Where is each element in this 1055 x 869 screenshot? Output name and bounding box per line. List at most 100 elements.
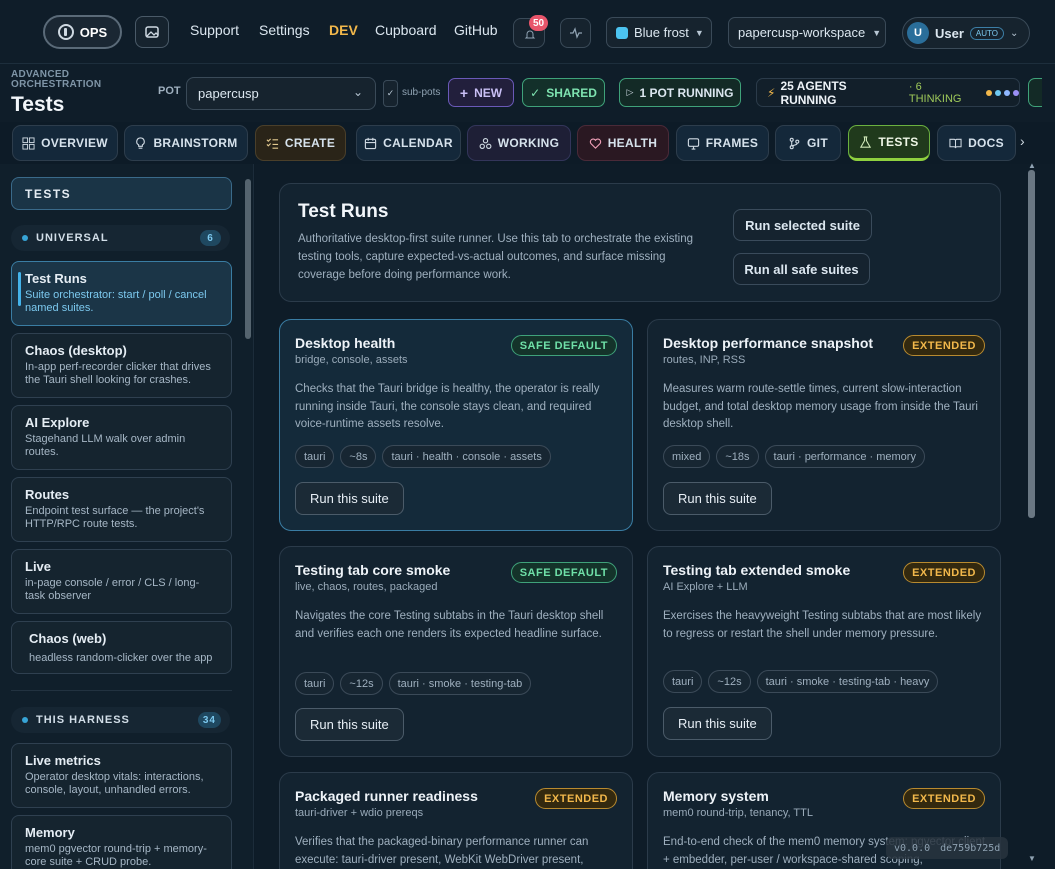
chip: ~12s bbox=[340, 672, 383, 695]
sidebar-item-chaos-desktop[interactable]: Chaos (desktop) In-app perf-recorder cli… bbox=[11, 333, 232, 398]
sidebar-item-routes[interactable]: Routes Endpoint test surface — the proje… bbox=[11, 477, 232, 542]
tab-create[interactable]: CREATE bbox=[255, 125, 346, 161]
shared-button[interactable]: ✓ SHARED bbox=[522, 78, 605, 107]
nav-support[interactable]: Support bbox=[190, 22, 239, 38]
workspace-select[interactable]: papercusp-workspace ▼ bbox=[728, 17, 886, 48]
section-label: UNIVERSAL bbox=[36, 232, 109, 244]
status-badge: EXTENDED bbox=[535, 788, 617, 809]
nav-settings[interactable]: Settings bbox=[259, 22, 310, 38]
pot-value: papercusp bbox=[198, 86, 259, 101]
tab-label: FRAMES bbox=[705, 136, 759, 150]
subpots-checkbox[interactable]: ✓ bbox=[383, 80, 398, 107]
tab-label: CREATE bbox=[284, 136, 336, 150]
notifications-button[interactable]: 50 bbox=[513, 15, 549, 48]
plus-icon: + bbox=[459, 84, 469, 101]
activity-button[interactable] bbox=[560, 18, 591, 48]
sidebar-title: TESTS bbox=[11, 177, 232, 210]
version-badge: v0.0.0 de759b725d bbox=[886, 837, 1009, 859]
play-icon: ▷ bbox=[626, 87, 634, 97]
run-suite-button[interactable]: Run this suite bbox=[295, 708, 404, 741]
chip: mixed bbox=[663, 445, 711, 468]
sidebar-item-live-metrics[interactable]: Live metrics Operator desktop vitals: in… bbox=[11, 743, 232, 808]
page-header: ADVANCED ORCHESTRATION Tests POT papercu… bbox=[0, 64, 1055, 122]
checklist-icon bbox=[266, 137, 278, 149]
tab-working[interactable]: WORKING bbox=[467, 125, 571, 161]
nav-github[interactable]: GitHub bbox=[454, 22, 498, 38]
tab-label: TESTS bbox=[878, 135, 919, 149]
agents-icon bbox=[479, 137, 492, 149]
suite-chips: tauri ~12s tauri · smoke · testing-tab ·… bbox=[663, 670, 939, 693]
chevron-down-icon: ▼ bbox=[872, 27, 882, 38]
section-dot bbox=[22, 235, 28, 241]
tab-overview[interactable]: OVERVIEW bbox=[12, 125, 118, 161]
section-universal[interactable]: UNIVERSAL 6 bbox=[11, 225, 230, 251]
suite-sub: AI Explore + LLM bbox=[663, 581, 748, 593]
scroll-up-icon[interactable]: ▲ bbox=[1028, 161, 1036, 170]
theme-select[interactable]: Blue frost ▼ bbox=[606, 17, 712, 48]
bell-icon bbox=[524, 30, 536, 39]
run-suite-button[interactable]: Run this suite bbox=[663, 482, 772, 515]
agents-status[interactable]: ⚡ 25 AGENTS RUNNING · 6 THINKING bbox=[756, 78, 1020, 107]
suite-card-desktop-performance[interactable]: Desktop performance snapshot routes, INP… bbox=[647, 319, 1001, 531]
suite-chips: tauri ~8s tauri · health · console · ass… bbox=[295, 445, 551, 468]
avatar: U bbox=[907, 22, 929, 44]
main-scrollbar[interactable] bbox=[1028, 170, 1035, 518]
section-this-harness[interactable]: THIS HARNESS 34 bbox=[11, 707, 230, 733]
suite-card-testing-extended-smoke[interactable]: Testing tab extended smoke AI Explore + … bbox=[647, 546, 1001, 757]
nav-cupboard[interactable]: Cupboard bbox=[375, 22, 437, 38]
agents-label: 25 AGENTS RUNNING bbox=[780, 78, 847, 107]
theme-swatch bbox=[616, 26, 628, 39]
tab-docs[interactable]: DOCS bbox=[937, 125, 1016, 161]
overflow-indicator bbox=[1028, 78, 1042, 107]
status-badge: SAFE DEFAULT bbox=[510, 335, 617, 356]
new-button[interactable]: + NEW bbox=[448, 78, 514, 107]
suite-card-desktop-health[interactable]: Desktop health bridge, console, assets S… bbox=[279, 319, 633, 531]
check-icon: ✓ bbox=[530, 85, 541, 100]
suite-card-testing-core-smoke[interactable]: Testing tab core smoke live, chaos, rout… bbox=[279, 546, 633, 757]
section-dot bbox=[22, 717, 28, 723]
sidebar-item-chaos-web[interactable]: Chaos (web) headless random-clicker over… bbox=[11, 621, 232, 674]
frames-icon bbox=[687, 137, 699, 150]
user-menu[interactable]: U User AUTO ⌄ bbox=[902, 17, 1030, 49]
main-content: Test Runs Authoritative desktop-first su… bbox=[255, 161, 1055, 869]
shared-label: SHARED bbox=[546, 85, 597, 100]
nav-dev[interactable]: DEV bbox=[329, 22, 358, 38]
scroll-down-icon[interactable]: ▼ bbox=[1028, 854, 1036, 863]
pot-running-button[interactable]: ▷ 1 POT RUNNING bbox=[619, 78, 741, 107]
active-indicator bbox=[18, 272, 21, 306]
pot-select[interactable]: papercusp ⌄ bbox=[186, 77, 376, 110]
tab-brainstorm[interactable]: BRAINSTORM bbox=[124, 125, 248, 161]
run-suite-button[interactable]: Run this suite bbox=[295, 482, 404, 515]
tab-tests[interactable]: TESTS bbox=[848, 125, 930, 161]
sidebar: TESTS UNIVERSAL 6 Test Runs Suite orches… bbox=[0, 164, 254, 869]
tab-calendar[interactable]: CALENDAR bbox=[356, 125, 461, 161]
lightbulb-icon bbox=[136, 136, 146, 149]
tab-git[interactable]: GIT bbox=[775, 125, 841, 161]
sidebar-scrollbar[interactable] bbox=[245, 179, 251, 339]
sidebar-item-sub: Endpoint test surface — the project's HT… bbox=[25, 505, 205, 530]
flask-icon bbox=[860, 135, 872, 148]
chevron-down-icon: ▼ bbox=[694, 27, 704, 38]
calendar-icon bbox=[364, 137, 377, 149]
suite-description: Verifies that the packaged-binary perfor… bbox=[295, 836, 589, 866]
image-button[interactable] bbox=[135, 16, 169, 48]
bolt-icon: ⚡ bbox=[767, 85, 776, 100]
sidebar-item-ai-explore[interactable]: AI Explore Stagehand LLM walk over admin… bbox=[11, 405, 232, 470]
sidebar-item-live[interactable]: Live in-page console / error / CLS / lon… bbox=[11, 549, 232, 614]
suite-card-packaged-runner[interactable]: Packaged runner readiness tauri-driver +… bbox=[279, 772, 633, 869]
thinking-dots bbox=[986, 89, 1019, 96]
run-selected-button[interactable]: Run selected suite bbox=[733, 209, 872, 241]
run-suite-button[interactable]: Run this suite bbox=[663, 707, 772, 740]
section-count: 6 bbox=[200, 230, 221, 246]
ops-button[interactable]: OPS bbox=[43, 15, 122, 49]
sidebar-item-memory[interactable]: Memory mem0 pgvector round-trip + memory… bbox=[11, 815, 232, 869]
chip: tauri bbox=[295, 445, 335, 468]
git-branch-icon bbox=[789, 137, 800, 149]
tabs-scroll-right-icon[interactable]: › bbox=[1020, 133, 1025, 149]
sidebar-item-test-runs[interactable]: Test Runs Suite orchestrator: start / po… bbox=[11, 261, 232, 326]
tab-health[interactable]: HEALTH bbox=[577, 125, 669, 161]
run-all-button[interactable]: Run all safe suites bbox=[733, 253, 870, 285]
ops-label: OPS bbox=[79, 24, 108, 40]
tab-frames[interactable]: FRAMES bbox=[676, 125, 769, 161]
new-label: NEW bbox=[474, 85, 503, 100]
